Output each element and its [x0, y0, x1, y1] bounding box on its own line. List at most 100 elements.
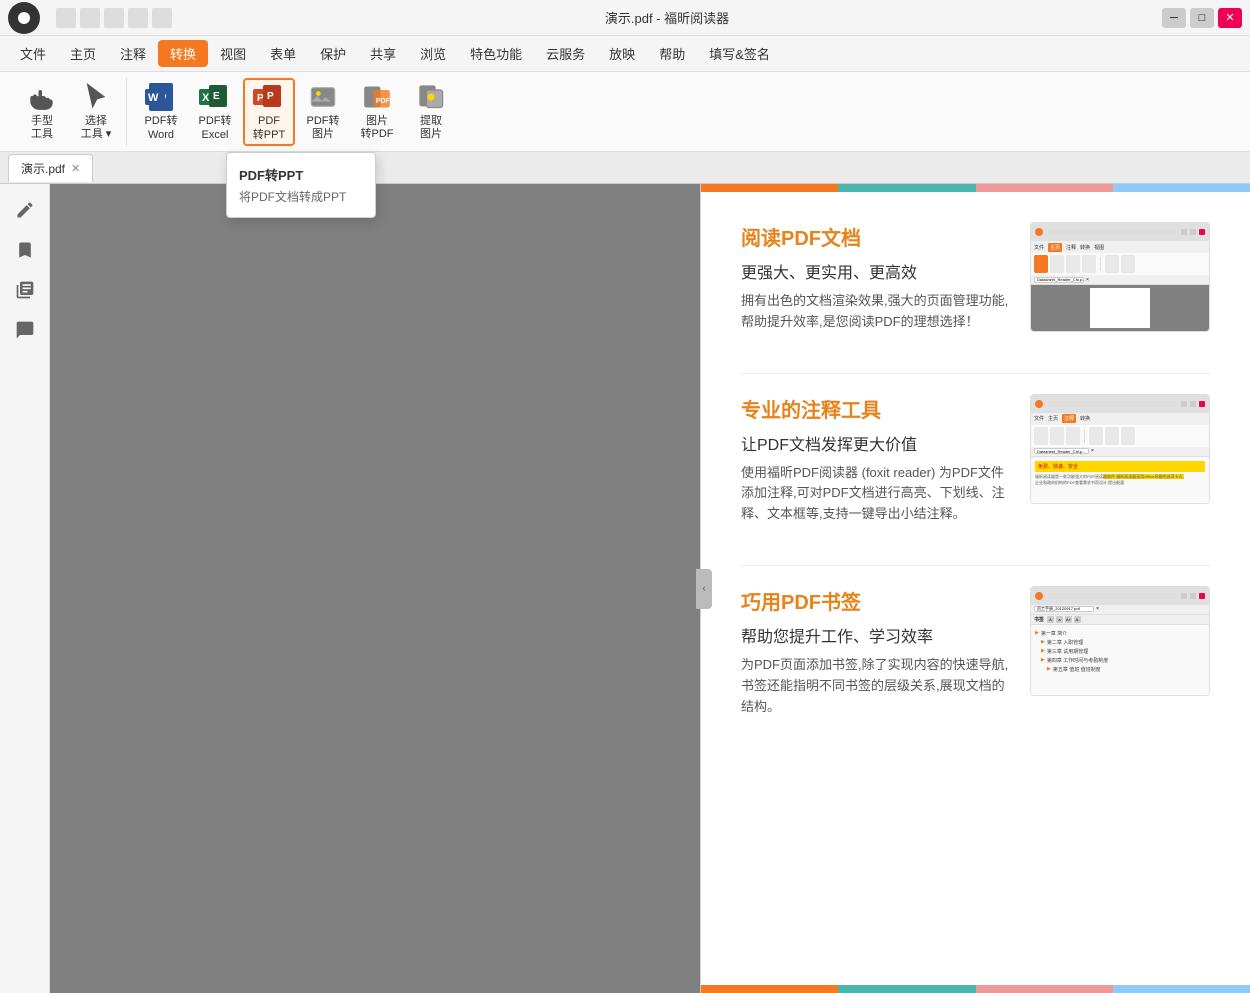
svg-text:PDF: PDF [376, 98, 391, 105]
extract-icon [415, 82, 447, 114]
menu-help[interactable]: 帮助 [647, 40, 697, 67]
menu-view[interactable]: 视图 [208, 40, 258, 67]
pdf-to-image-button[interactable]: PDF转图片 [297, 78, 349, 146]
pdf-to-word-label: PDF转Word [145, 115, 178, 141]
menu-protect[interactable]: 保护 [308, 40, 358, 67]
undo-icon[interactable] [80, 8, 100, 28]
preview-section-bookmark: 巧用PDF书签 帮助您提升工作、学习效率 为PDF页面添加书签,除了实现内容的快… [741, 586, 1210, 717]
select-tool-button[interactable]: 选择工具 ▾ [70, 78, 122, 146]
section-read-text: 阅读PDF文档 更强大、更实用、更高效 拥有出色的文档渲染效果,强大的页面管理功… [741, 222, 1010, 333]
svg-text:P: P [267, 91, 274, 102]
mini-app-read: 文件 主页 注释 转换 视图 [1031, 223, 1209, 331]
img2pdf-icon: PDF [361, 82, 393, 114]
menu-features[interactable]: 特色功能 [458, 40, 534, 67]
tool-group-convert: W W PDF转Word X E PDF转Excel [131, 78, 461, 146]
hand-tool-button[interactable]: 手型工具 [16, 78, 68, 146]
app-logo [8, 2, 40, 34]
minimize-button[interactable]: ─ [1162, 8, 1186, 28]
section-bookmark-subtitle: 帮助您提升工作、学习效率 [741, 623, 1010, 647]
color-blue [1113, 184, 1250, 192]
extract-image-button[interactable]: 提取图片 [405, 78, 457, 146]
pdf-to-ppt-button[interactable]: P P PDF转PPT [243, 78, 295, 146]
titlebar: 演示.pdf - 福昕阅读器 ─ □ ✕ [0, 0, 1250, 36]
preview-section-annotate: 专业的注释工具 让PDF文档发挥更大价值 使用福昕PDF阅读器 (foxit r… [741, 394, 1210, 525]
section-bookmark-body: 为PDF页面添加书签,除了实现内容的快速导航,书签还能指明不同书签的层级关系,展… [741, 655, 1010, 717]
preview-section-read: 阅读PDF文档 更强大、更实用、更高效 拥有出色的文档渲染效果,强大的页面管理功… [741, 222, 1210, 333]
color-bottom-pink [976, 985, 1113, 993]
left-sidebar [0, 184, 50, 993]
section-read-title: 阅读PDF文档 [741, 222, 1010, 251]
select-icon [80, 82, 112, 114]
toolbar: 手型工具 选择工具 ▾ W W PDF转Word [0, 72, 1250, 152]
content-area: ‹ 阅读PDF文档 更强大、更实用、更高效 拥有出色的文档渲染效果,强大的页面管… [50, 184, 1250, 993]
preview-panel: 阅读PDF文档 更强大、更实用、更高效 拥有出色的文档渲染效果,强大的页面管理功… [700, 184, 1250, 993]
tool-group-navigation: 手型工具 选择工具 ▾ [12, 78, 127, 146]
quick-access-toolbar [48, 8, 180, 28]
section-read-body: 拥有出色的文档渲染效果,强大的页面管理功能,帮助提升效率,是您阅读PDF的理想选… [741, 291, 1010, 333]
image-icon [307, 82, 339, 114]
screenshot-read: 文件 主页 注释 转换 视图 [1030, 222, 1210, 332]
redo-icon[interactable] [104, 8, 124, 28]
pdf-to-ppt-label: PDF转PPT [253, 115, 285, 141]
word-icon: W W [145, 81, 177, 113]
menu-home[interactable]: 主页 [58, 40, 108, 67]
color-bottom-orange [701, 985, 838, 993]
sidebar-pages-button[interactable] [7, 272, 43, 308]
section-annotate-text: 专业的注释工具 让PDF文档发挥更大价值 使用福昕PDF阅读器 (foxit r… [741, 394, 1010, 525]
image-to-pdf-button[interactable]: PDF 图片转PDF [351, 78, 403, 146]
tooltip-pdf-to-ppt: PDF转PPT 将PDF文档转成PPT [226, 152, 376, 218]
divider-2 [741, 565, 1210, 566]
maximize-button[interactable]: □ [1190, 8, 1214, 28]
section-bookmark-text: 巧用PDF书签 帮助您提升工作、学习效率 为PDF页面添加书签,除了实现内容的快… [741, 586, 1010, 717]
image-to-pdf-label: 图片转PDF [361, 115, 394, 141]
menu-present[interactable]: 放映 [597, 40, 647, 67]
menu-cloud[interactable]: 云服务 [534, 40, 597, 67]
tooltip-description: 将PDF文档转成PPT [227, 186, 375, 209]
menu-share[interactable]: 共享 [358, 40, 408, 67]
svg-text:P: P [257, 93, 264, 104]
color-bottom-teal [838, 985, 975, 993]
tabbar: 演示.pdf ✕ [0, 152, 1250, 184]
menubar: 文件 主页 注释 转换 视图 表单 保护 共享 浏览 特色功能 云服务 放映 帮… [0, 36, 1250, 72]
screenshot-annotate: 文件 主页 注释 转换 [1030, 394, 1210, 504]
menu-browse[interactable]: 浏览 [408, 40, 458, 67]
tab-label: 演示.pdf [21, 160, 65, 177]
tooltip-title: PDF转PPT [227, 161, 375, 186]
main-area: ‹ 阅读PDF文档 更强大、更实用、更高效 拥有出色的文档渲染效果,强大的页面管… [0, 184, 1250, 993]
color-orange [701, 184, 838, 192]
window-controls[interactable]: ─ □ ✕ [1154, 8, 1250, 28]
excel-icon: X E [199, 81, 231, 113]
svg-text:W: W [148, 92, 159, 104]
color-teal [838, 184, 975, 192]
pdf-view-area[interactable] [50, 184, 700, 993]
divider-1 [741, 373, 1210, 374]
sidebar-bookmark-button[interactable] [7, 232, 43, 268]
color-bar-top [701, 184, 1250, 192]
svg-text:E: E [213, 91, 220, 102]
tab-close-icon[interactable]: ✕ [71, 162, 80, 175]
close-button[interactable]: ✕ [1218, 8, 1242, 28]
menu-annotation[interactable]: 注释 [108, 40, 158, 67]
color-bar-bottom [701, 985, 1250, 993]
section-read-subtitle: 更强大、更实用、更高效 [741, 259, 1010, 283]
menu-file[interactable]: 文件 [8, 40, 58, 67]
menu-convert[interactable]: 转换 [158, 40, 208, 67]
preview-content[interactable]: 阅读PDF文档 更强大、更实用、更高效 拥有出色的文档渲染效果,强大的页面管理功… [701, 192, 1250, 985]
sidebar-edit-button[interactable] [7, 192, 43, 228]
section-annotate-title: 专业的注释工具 [741, 394, 1010, 423]
extract-image-label: 提取图片 [420, 115, 442, 141]
section-annotate-subtitle: 让PDF文档发挥更大价值 [741, 431, 1010, 455]
tab-demo-pdf[interactable]: 演示.pdf ✕ [8, 154, 93, 182]
window-title: 演示.pdf - 福昕阅读器 [605, 8, 729, 27]
color-bottom-blue [1113, 985, 1250, 993]
pdf-to-word-button[interactable]: W W PDF转Word [135, 78, 187, 146]
save-icon[interactable] [56, 8, 76, 28]
more-icon[interactable] [152, 8, 172, 28]
menu-fillsign[interactable]: 填写&签名 [697, 40, 782, 67]
sidebar-comment-button[interactable] [7, 312, 43, 348]
menu-form[interactable]: 表单 [258, 40, 308, 67]
print-icon[interactable] [128, 8, 148, 28]
pdf-to-excel-button[interactable]: X E PDF转Excel [189, 78, 241, 146]
collapse-panel-button[interactable]: ‹ [696, 569, 712, 609]
hand-tool-label: 手型工具 [31, 115, 53, 141]
